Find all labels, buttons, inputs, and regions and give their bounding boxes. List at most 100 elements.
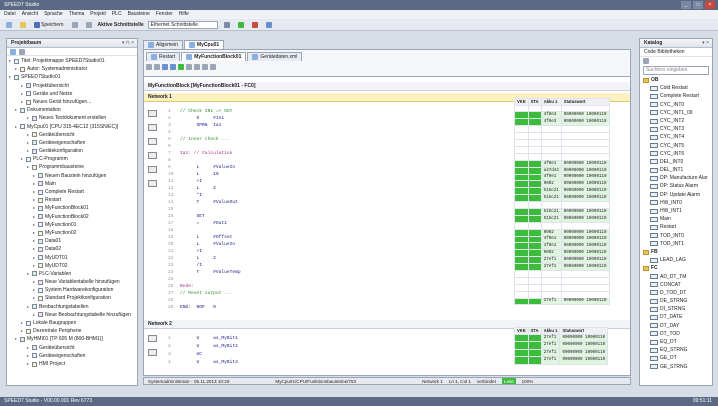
tree-item[interactable]: ▸ MyFunctionBlock02	[9, 213, 135, 221]
expand-icon[interactable]: ▸	[33, 294, 37, 302]
catalog-item[interactable]: CYC_INT5	[640, 142, 712, 150]
tree-item[interactable]: ▸ Dokumentation	[9, 106, 135, 114]
expand-icon[interactable]: ▸	[33, 278, 37, 286]
comment-icon[interactable]	[186, 64, 192, 70]
catalog-item[interactable]: GE_DT	[640, 354, 712, 362]
menu-item[interactable]: PLC	[112, 10, 122, 19]
menu-item[interactable]: Fenster	[156, 10, 173, 19]
catalog-item[interactable]: Restart	[640, 223, 712, 231]
expand-icon[interactable]: ▸	[21, 155, 25, 163]
expand-icon[interactable]: ▸	[33, 229, 37, 237]
catalog-item[interactable]: AD_DT_TM	[640, 273, 712, 281]
expand-icon[interactable]: ▸	[21, 98, 25, 106]
expand-icon[interactable]: ▸	[33, 204, 37, 212]
menu-item[interactable]: Bausteine	[128, 10, 150, 19]
expand-icon[interactable]: ▸	[33, 188, 37, 196]
tree-item[interactable]: ▸ Beobachtungstabellen	[9, 303, 135, 311]
tree-item[interactable]: ▸ PLC-Variablen	[9, 270, 135, 278]
tree-item[interactable]: ▸ MyHMI01 [TP 605 M (800-BHM1)]	[9, 335, 135, 343]
expand-icon[interactable]: ▸	[33, 180, 37, 188]
catalog-item[interactable]: EQ_DT	[640, 338, 712, 346]
expand-icon[interactable]: ▸	[27, 303, 31, 311]
menu-item[interactable]: Datei	[4, 10, 16, 19]
catalog-item[interactable]: DE_STRNG	[640, 297, 712, 305]
expand-icon[interactable]: ▸	[27, 139, 31, 147]
delete-network-icon[interactable]	[154, 64, 160, 70]
catalog-item[interactable]: TOD_INT1	[640, 240, 712, 248]
expand-icon[interactable]: ▸	[33, 311, 37, 319]
editor-tab[interactable]: MyCpu01	[183, 40, 225, 49]
catalog-item[interactable]: EQ_STRNG	[640, 346, 712, 354]
catalog-item[interactable]: CYC_INT0	[640, 101, 712, 109]
compile-icon[interactable]	[162, 64, 168, 70]
catalog-item[interactable]: Main	[640, 215, 712, 223]
tree-item[interactable]: ▸ Neuen Baustein hinzufügen	[9, 172, 135, 180]
expand-icon[interactable]: ▸	[33, 221, 37, 229]
catalog-item[interactable]: TOD_INT0	[640, 232, 712, 240]
outdent-icon[interactable]	[202, 64, 208, 70]
tree-item[interactable]: ▸ Data02	[9, 245, 135, 253]
expand-icon[interactable]: ▸	[33, 237, 37, 245]
catalog-item[interactable]: DEL_INT1	[640, 166, 712, 174]
catalog-item[interactable]: DT_TOD	[640, 330, 712, 338]
expand-icon[interactable]: ▸	[15, 123, 19, 131]
go-online-button[interactable]	[236, 21, 246, 29]
new-project-button[interactable]	[4, 21, 14, 29]
tree-item[interactable]: ▸ Lokale Baugruppen	[9, 319, 135, 327]
tree-item[interactable]: ▸ Dezentrale Peripherie	[9, 327, 135, 335]
download-icon[interactable]	[170, 64, 176, 70]
panel-pin-icon[interactable]: ▾ ×	[702, 39, 709, 48]
expand-icon[interactable]: ▸	[27, 270, 31, 278]
expand-icon[interactable]: ▸	[27, 114, 31, 122]
code-editor[interactable]: MyFunctionBlock [MyFunctionBlock01 - FC0…	[143, 76, 631, 376]
tree-item[interactable]: ▸ Geräte und Netze	[9, 90, 135, 98]
catalog-item[interactable]: DT_DAY	[640, 322, 712, 330]
insert-network-icon[interactable]	[146, 64, 152, 70]
expand-icon[interactable]: ▸	[9, 57, 13, 65]
catalog-item[interactable]: Complete Restart	[640, 92, 712, 100]
tree-item[interactable]: ▸ SPEED7Studio01	[9, 73, 135, 81]
go-offline-button[interactable]	[250, 21, 260, 29]
tree-item[interactable]: ▸ MyFunction01	[9, 221, 135, 229]
expand-icon[interactable]: ▸	[33, 245, 37, 253]
undo-button[interactable]	[70, 21, 80, 29]
tree-item[interactable]: ▸ Programmbausteine	[9, 163, 135, 171]
expand-icon[interactable]: ▸	[15, 335, 19, 343]
tree-item[interactable]: ▸ Autor: Systemadministrator	[9, 65, 135, 73]
expand-icon[interactable]: ▸	[33, 286, 37, 294]
tree-item[interactable]: ▸ System Hardwarekonfiguration	[9, 286, 135, 294]
find-icon[interactable]	[210, 64, 216, 70]
refresh-icon[interactable]	[10, 48, 16, 55]
catalog-item[interactable]: CYC_INT4	[640, 133, 712, 141]
expand-icon[interactable]: ▸	[27, 352, 31, 360]
tree-item[interactable]: ▸ Neues Gerät hinzufügen...	[9, 98, 135, 106]
catalog-search-input[interactable]: Suchbox eingeben	[643, 66, 709, 75]
catalog-item[interactable]: D_TOD_DT	[640, 289, 712, 297]
catalog-item[interactable]: CYC_INT2	[640, 117, 712, 125]
menu-item[interactable]: Hilfe	[179, 10, 189, 19]
catalog-library-tab[interactable]: Code Bibliotheken	[640, 48, 712, 57]
editor-tab[interactable]: Gerätedaten.xml	[247, 52, 303, 61]
tree-item[interactable]: ▸ Neues Textdokument erstellen	[9, 114, 135, 122]
close-button[interactable]: ×	[705, 1, 715, 9]
tree-item[interactable]: ▸ MyFunctionBlock01	[9, 204, 135, 212]
code-line[interactable]: 2 U ax_MyBit2	[168, 343, 238, 351]
tree-item[interactable]: ▸ Titel: Projektmappe SPEED7Studio01	[9, 57, 135, 65]
catalog-item[interactable]: DP: Update Alarm	[640, 191, 712, 199]
tree-item[interactable]: ▸ Projektübersicht	[9, 82, 135, 90]
code-line[interactable]: 29 END: NOP 0	[168, 304, 216, 312]
editor-tab[interactable]: MyFunctionBlock01	[181, 52, 247, 61]
expand-icon[interactable]: ▸	[21, 327, 25, 335]
catalog-item[interactable]: CONCAT	[640, 281, 712, 289]
menu-item[interactable]: Projekt	[90, 10, 106, 19]
tree-item[interactable]: ▸ Neue Beobachtungstabelle hinzufügen	[9, 311, 135, 319]
expand-icon[interactable]: ▸	[15, 65, 19, 73]
minimize-button[interactable]: _	[681, 1, 691, 9]
monitor-block-icon[interactable]	[178, 64, 184, 70]
tree-item[interactable]: ▸ Geräteeigenschaften	[9, 139, 135, 147]
tree-item[interactable]: ▸ MyCpu01 [CPU 315-4EC12 (315SN/EC)]	[9, 123, 135, 131]
catalog-item[interactable]: Cold Restart	[640, 84, 712, 92]
expand-icon[interactable]: ▸	[27, 163, 31, 171]
save-button[interactable]: Speichern	[32, 21, 66, 29]
editor-tab[interactable]: Restart	[146, 52, 181, 61]
